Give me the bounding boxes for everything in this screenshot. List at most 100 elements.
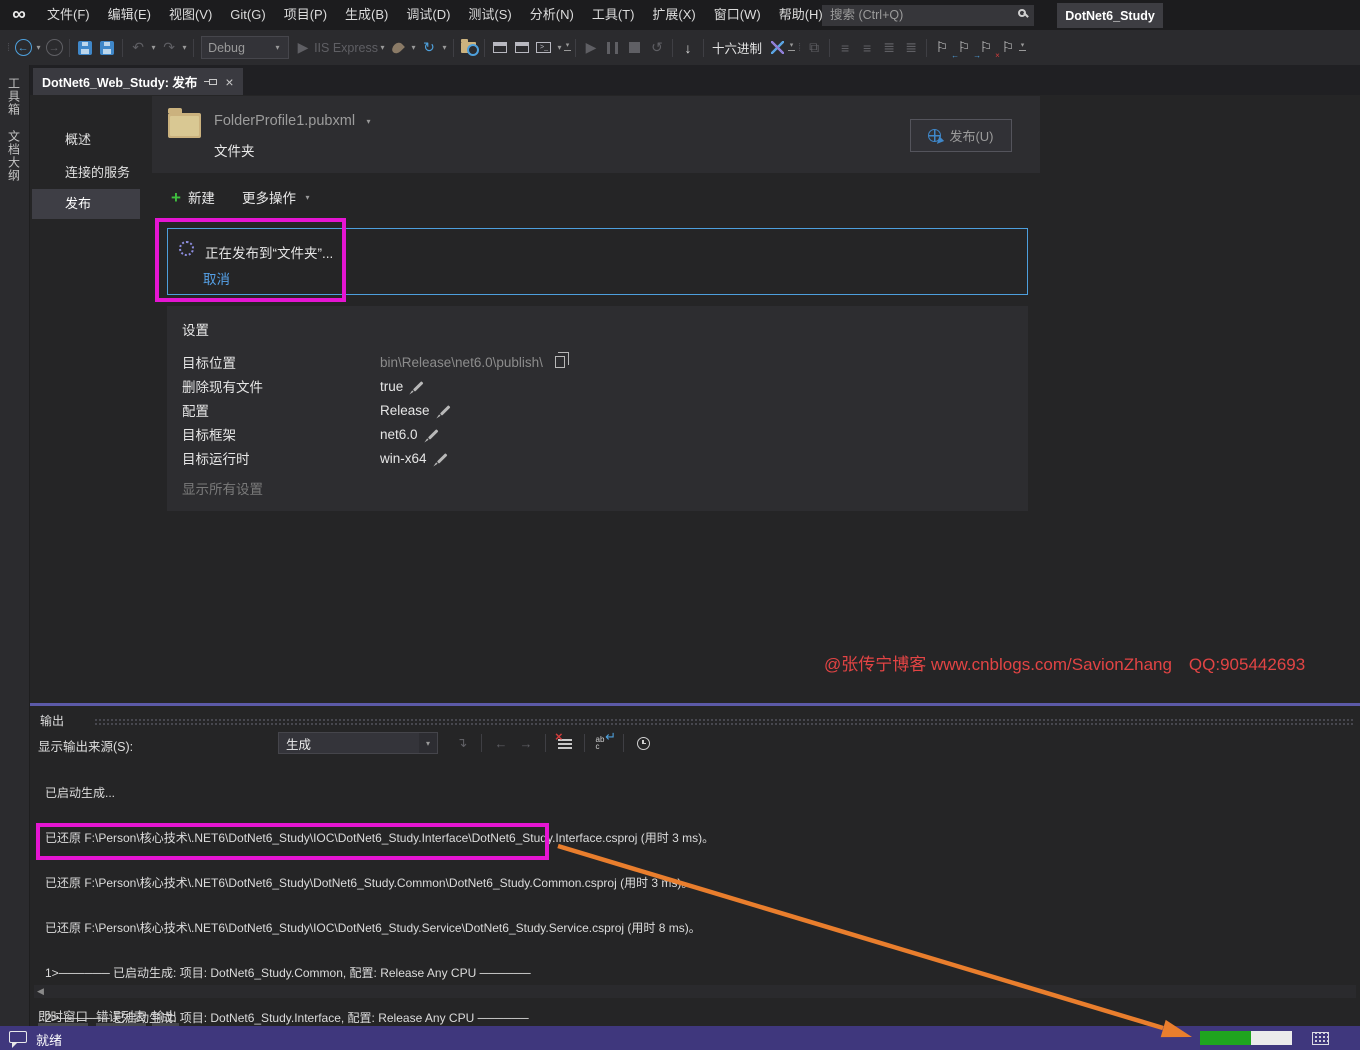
- toolbar-separator: [926, 39, 927, 57]
- navigate-back-caret[interactable]: ▾: [34, 43, 43, 52]
- search-icon[interactable]: [1018, 9, 1026, 17]
- toolbar-separator: [545, 734, 546, 752]
- navigate-back-icon[interactable]: ←: [12, 36, 34, 60]
- browse-with-icon[interactable]: [458, 36, 480, 60]
- nav-connected-services[interactable]: 连接的服务: [65, 162, 130, 181]
- continue-icon[interactable]: ▶: [580, 36, 602, 60]
- toolbar-grip[interactable]: ⁞: [7, 42, 9, 54]
- output-line: 已还原 F:\Person\核心技术\.NET6\DotNet6_Study\I…: [45, 921, 714, 936]
- comment-icon[interactable]: ≣: [878, 36, 900, 60]
- toggle-bookmark-icon[interactable]: ⚐: [931, 36, 953, 60]
- more-actions-button[interactable]: 更多操作 ▾: [242, 187, 312, 207]
- step-over-icon[interactable]: ↓: [677, 36, 699, 60]
- stop-icon[interactable]: [624, 36, 646, 60]
- menu-analyze[interactable]: 分析(N): [521, 0, 583, 30]
- navigate-forward-icon[interactable]: →: [43, 36, 65, 60]
- edit-pencil-icon[interactable]: [413, 381, 423, 391]
- menu-debug[interactable]: 调试(D): [397, 0, 459, 30]
- hot-reload-caret[interactable]: ▾: [409, 43, 418, 52]
- toolbar-separator: [584, 734, 585, 752]
- toolbar-grip[interactable]: ⁞: [798, 42, 800, 54]
- menu-edit[interactable]: 编辑(E): [99, 0, 160, 30]
- toolbox-tab[interactable]: 工具箱: [7, 77, 23, 116]
- restart-debug-icon[interactable]: ↺: [646, 36, 668, 60]
- menu-build[interactable]: 生成(B): [336, 0, 397, 30]
- document-tab-publish[interactable]: DotNet6_Web_Study: 发布 ×: [33, 68, 243, 95]
- menu-test[interactable]: 测试(S): [459, 0, 520, 30]
- menu-extensions[interactable]: 扩展(X): [643, 0, 704, 30]
- goto-message-icon[interactable]: ↴: [452, 733, 472, 753]
- undo-caret[interactable]: ▾: [149, 43, 158, 52]
- menu-view[interactable]: 视图(V): [160, 0, 221, 30]
- nav-overview[interactable]: 概述: [65, 129, 91, 148]
- attach-icon[interactable]: ⧉: [803, 36, 825, 60]
- menu-project[interactable]: 项目(P): [275, 0, 336, 30]
- restart-app-caret[interactable]: ▾: [440, 43, 449, 52]
- scroll-left-icon[interactable]: ◀: [37, 986, 44, 997]
- copy-icon[interactable]: [555, 356, 565, 368]
- undo-icon[interactable]: ↶: [127, 36, 149, 60]
- redo-caret[interactable]: ▾: [180, 43, 189, 52]
- previous-bookmark-icon[interactable]: ⚐←: [953, 36, 975, 60]
- word-wrap-icon[interactable]: abc: [594, 733, 614, 753]
- profile-name-dropdown[interactable]: FolderProfile1.pubxml ▾: [214, 113, 373, 129]
- start-debug-icon[interactable]: ▶: [292, 36, 314, 60]
- build-progress-bar: [1200, 1031, 1292, 1045]
- menu-tools[interactable]: 工具(T): [583, 0, 644, 30]
- preview-window-icon[interactable]: [489, 36, 511, 60]
- edit-pencil-icon[interactable]: [439, 405, 449, 415]
- notifications-icon[interactable]: [1312, 1032, 1329, 1045]
- run-target-label[interactable]: IIS Express: [314, 41, 378, 55]
- save-icon[interactable]: [74, 36, 96, 60]
- command-window-caret[interactable]: ▾: [555, 43, 564, 52]
- clear-all-icon[interactable]: [555, 733, 575, 753]
- save-all-icon[interactable]: [96, 36, 118, 60]
- document-outline-tab[interactable]: 文档大纲: [7, 130, 23, 182]
- show-all-settings-link[interactable]: 显示所有设置: [182, 478, 263, 498]
- new-profile-button[interactable]: + 新建: [171, 187, 215, 207]
- menu-git[interactable]: Git(G): [221, 0, 274, 30]
- solution-config-select[interactable]: Debug ▾: [201, 36, 289, 59]
- toolbar-overflow-icon[interactable]: ▾: [788, 44, 795, 51]
- new-window-icon[interactable]: [511, 36, 533, 60]
- profile-name: FolderProfile1.pubxml: [214, 113, 355, 129]
- pin-icon[interactable]: [209, 79, 217, 85]
- next-bookmark-icon[interactable]: ⚐→: [975, 36, 997, 60]
- edit-pencil-icon[interactable]: [427, 429, 437, 439]
- menu-window[interactable]: 窗口(W): [705, 0, 770, 30]
- hex-display-button[interactable]: 十六进制: [712, 38, 762, 57]
- publish-button[interactable]: 发布(U): [910, 119, 1012, 152]
- edit-pencil-icon[interactable]: [436, 453, 446, 463]
- next-message-icon[interactable]: →: [516, 733, 536, 753]
- output-source-value: 生成: [286, 734, 311, 753]
- search-input[interactable]: 搜索 (Ctrl+Q): [822, 5, 1034, 26]
- uncomment-icon[interactable]: ≣: [900, 36, 922, 60]
- previous-message-icon[interactable]: ←: [491, 733, 511, 753]
- solution-name-badge[interactable]: DotNet6_Study: [1057, 3, 1163, 28]
- timestamp-icon[interactable]: [633, 733, 653, 753]
- restart-app-icon[interactable]: ↻: [418, 36, 440, 60]
- horizontal-scrollbar[interactable]: ◀: [34, 985, 1356, 998]
- toolbar-separator: [484, 39, 485, 57]
- pause-icon[interactable]: [602, 36, 624, 60]
- command-window-icon[interactable]: >_: [533, 36, 555, 60]
- close-icon[interactable]: ×: [225, 74, 233, 90]
- run-target-caret[interactable]: ▾: [378, 43, 387, 52]
- feedback-bubble-icon[interactable]: [9, 1031, 27, 1043]
- toolbar-separator: [623, 734, 624, 752]
- menu-file[interactable]: 文件(F): [38, 0, 99, 30]
- output-source-select[interactable]: 生成 ▾: [278, 732, 438, 754]
- threads-icon[interactable]: [766, 36, 788, 60]
- toolbar-overflow-icon[interactable]: ▾: [1019, 44, 1026, 51]
- profile-header-card: FolderProfile1.pubxml ▾ 文件夹 发布(U): [152, 96, 1040, 173]
- panel-drag-texture[interactable]: [94, 718, 1354, 725]
- hot-reload-icon[interactable]: [387, 36, 409, 60]
- output-toolbar: ↴ ← → abc: [452, 732, 653, 754]
- toolbar-overflow-icon[interactable]: ▾: [564, 44, 571, 51]
- increase-indent-icon[interactable]: ≡: [856, 36, 878, 60]
- toolbar-separator: [453, 39, 454, 57]
- decrease-indent-icon[interactable]: ≡: [834, 36, 856, 60]
- redo-icon[interactable]: ↷: [158, 36, 180, 60]
- nav-publish-selected[interactable]: 发布: [32, 189, 140, 219]
- clear-bookmarks-icon[interactable]: ⚐×: [997, 36, 1019, 60]
